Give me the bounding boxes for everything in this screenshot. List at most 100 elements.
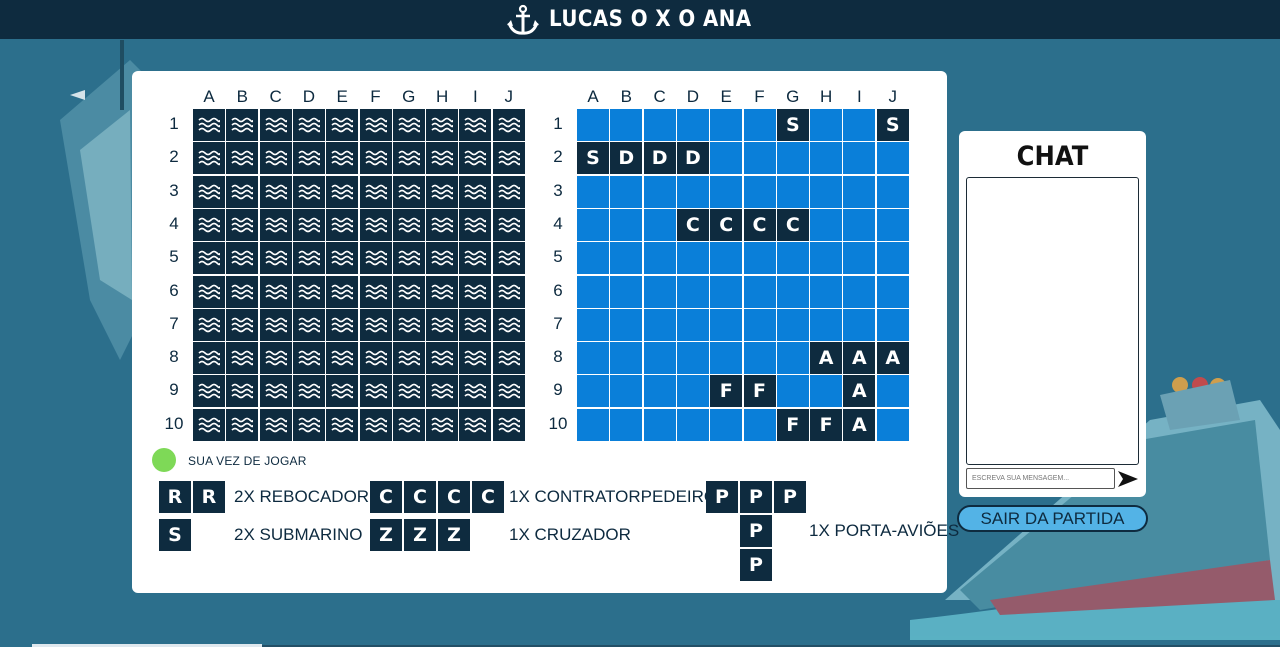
opponent-cell[interactable] (359, 308, 392, 341)
opponent-cell[interactable] (492, 242, 525, 275)
opponent-cell[interactable] (226, 275, 259, 308)
opponent-cell[interactable] (392, 208, 425, 241)
opponent-cell[interactable] (459, 109, 492, 141)
opponent-cell[interactable] (292, 208, 325, 241)
opponent-cell[interactable] (392, 342, 425, 375)
opponent-cell[interactable] (226, 308, 259, 341)
opponent-cell[interactable] (259, 109, 292, 141)
opponent-cell[interactable] (292, 175, 325, 208)
opponent-cell[interactable] (226, 208, 259, 241)
opponent-cell[interactable] (326, 308, 359, 341)
opponent-cell[interactable] (259, 342, 292, 375)
opponent-cell[interactable] (459, 142, 492, 175)
opponent-cell[interactable] (392, 408, 425, 441)
opponent-cell[interactable] (193, 408, 225, 441)
opponent-cell[interactable] (292, 342, 325, 375)
opponent-cell[interactable] (259, 275, 292, 308)
opponent-cell[interactable] (292, 109, 325, 141)
opponent-cell[interactable] (492, 408, 525, 441)
opponent-cell[interactable] (326, 142, 359, 175)
opponent-cell[interactable] (426, 175, 459, 208)
chat-message-input[interactable] (966, 468, 1115, 489)
opponent-cell[interactable] (459, 408, 492, 441)
opponent-cell[interactable] (193, 142, 225, 175)
opponent-cell[interactable] (326, 342, 359, 375)
opponent-cell[interactable] (292, 275, 325, 308)
opponent-cell[interactable] (426, 408, 459, 441)
opponent-cell[interactable] (226, 175, 259, 208)
opponent-cell[interactable] (492, 375, 525, 408)
opponent-cell[interactable] (359, 408, 392, 441)
opponent-cell[interactable] (459, 275, 492, 308)
send-message-button[interactable] (1116, 468, 1140, 490)
opponent-cell[interactable] (326, 275, 359, 308)
opponent-cell[interactable] (359, 109, 392, 141)
opponent-cell[interactable] (326, 109, 359, 141)
opponent-cell[interactable] (226, 342, 259, 375)
opponent-cell[interactable] (326, 242, 359, 275)
opponent-cell[interactable] (426, 275, 459, 308)
opponent-cell[interactable] (392, 142, 425, 175)
opponent-cell[interactable] (292, 375, 325, 408)
opponent-cell[interactable] (193, 242, 225, 275)
opponent-cell[interactable] (426, 208, 459, 241)
opponent-cell[interactable] (259, 375, 292, 408)
opponent-cell[interactable] (392, 175, 425, 208)
opponent-cell[interactable] (392, 275, 425, 308)
opponent-cell[interactable] (492, 275, 525, 308)
opponent-cell[interactable] (492, 342, 525, 375)
opponent-cell[interactable] (193, 175, 225, 208)
opponent-cell[interactable] (426, 308, 459, 341)
opponent-cell[interactable] (359, 275, 392, 308)
opponent-cell[interactable] (326, 408, 359, 441)
opponent-cell[interactable] (359, 208, 392, 241)
opponent-cell[interactable] (292, 408, 325, 441)
chat-messages-area[interactable] (966, 177, 1139, 465)
opponent-cell[interactable] (426, 342, 459, 375)
opponent-cell[interactable] (259, 308, 292, 341)
opponent-cell[interactable] (359, 242, 392, 275)
opponent-cell[interactable] (392, 308, 425, 341)
opponent-cell[interactable] (193, 109, 225, 141)
opponent-cell[interactable] (259, 242, 292, 275)
opponent-cell[interactable] (326, 175, 359, 208)
opponent-cell[interactable] (492, 208, 525, 241)
opponent-cell[interactable] (492, 142, 525, 175)
opponent-cell[interactable] (492, 308, 525, 341)
opponent-cell[interactable] (226, 375, 259, 408)
opponent-cell[interactable] (459, 208, 492, 241)
opponent-cell[interactable] (392, 375, 425, 408)
opponent-cell[interactable] (259, 208, 292, 241)
leave-match-button[interactable]: SAIR DA PARTIDA (957, 505, 1148, 532)
opponent-cell[interactable] (392, 109, 425, 141)
opponent-cell[interactable] (459, 308, 492, 341)
opponent-cell[interactable] (426, 242, 459, 275)
opponent-cell[interactable] (492, 109, 525, 141)
opponent-cell[interactable] (226, 408, 259, 441)
opponent-cell[interactable] (392, 242, 425, 275)
opponent-cell[interactable] (459, 375, 492, 408)
opponent-cell[interactable] (326, 208, 359, 241)
opponent-cell[interactable] (359, 342, 392, 375)
opponent-cell[interactable] (492, 175, 525, 208)
opponent-cell[interactable] (359, 175, 392, 208)
opponent-cell[interactable] (226, 142, 259, 175)
opponent-cell[interactable] (426, 142, 459, 175)
opponent-cell[interactable] (193, 375, 225, 408)
opponent-cell[interactable] (226, 242, 259, 275)
opponent-cell[interactable] (259, 175, 292, 208)
opponent-cell[interactable] (359, 142, 392, 175)
opponent-cell[interactable] (426, 109, 459, 141)
opponent-cell[interactable] (426, 375, 459, 408)
opponent-cell[interactable] (193, 208, 225, 241)
opponent-cell[interactable] (292, 308, 325, 341)
opponent-cell[interactable] (459, 242, 492, 275)
opponent-cell[interactable] (292, 242, 325, 275)
opponent-cell[interactable] (193, 275, 225, 308)
opponent-cell[interactable] (459, 342, 492, 375)
opponent-cell[interactable] (193, 308, 225, 341)
opponent-cell[interactable] (193, 342, 225, 375)
opponent-cell[interactable] (259, 408, 292, 441)
opponent-cell[interactable] (326, 375, 359, 408)
opponent-cell[interactable] (259, 142, 292, 175)
